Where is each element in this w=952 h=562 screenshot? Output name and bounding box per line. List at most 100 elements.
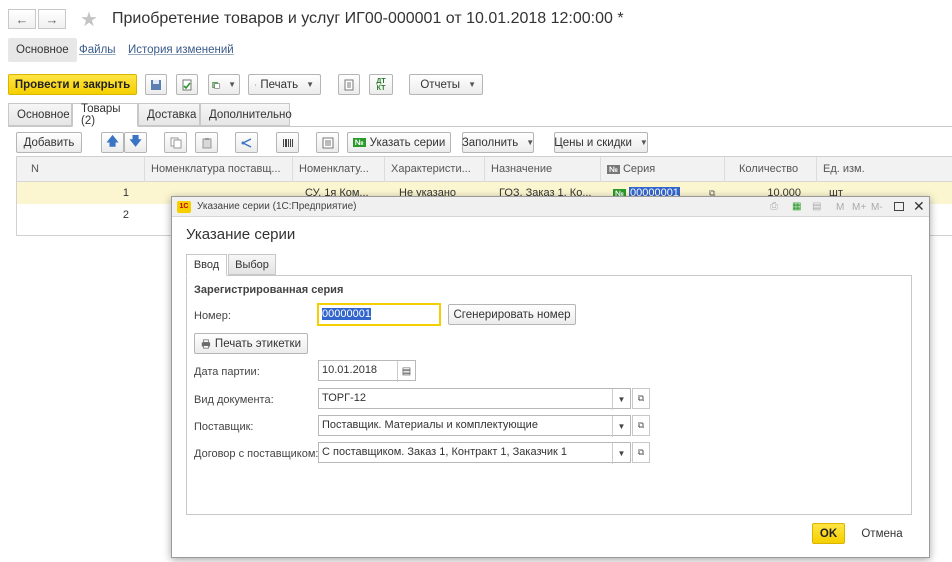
chevron-down-icon: ▼: [468, 80, 476, 89]
move-down-button[interactable]: 🡇: [124, 132, 147, 153]
arrow-left-icon: ←: [15, 11, 29, 27]
close-icon[interactable]: ✕: [913, 198, 925, 215]
dialog-heading: Указание серии: [186, 226, 296, 243]
calendar-icon[interactable]: ▤: [397, 361, 415, 382]
open-icon: ⧉: [637, 393, 645, 403]
dt-kt-icon: ДТ КТ: [376, 77, 386, 92]
cancel-button[interactable]: Отмена: [853, 523, 911, 544]
fill-button[interactable]: Заполнить ▼: [462, 132, 534, 153]
doc-type-label: Вид документа:: [194, 394, 274, 406]
paste-row-button[interactable]: [195, 132, 218, 153]
pick-goods-button[interactable]: [316, 132, 339, 153]
open-icon: ⧉: [637, 420, 645, 430]
arrow-right-icon: →: [45, 11, 59, 27]
contract-label: Договор с поставщиком:: [194, 448, 319, 460]
reports-button[interactable]: Отчеты ▼: [409, 74, 483, 95]
list-document-icon: [344, 79, 354, 90]
column-header-purpose[interactable]: Назначение: [485, 157, 601, 182]
nav-files[interactable]: Файлы: [79, 44, 116, 56]
copy-icon: [170, 137, 181, 148]
favorite-star-icon[interactable]: ★: [80, 7, 98, 32]
series-icon: №: [607, 165, 620, 174]
tab-main[interactable]: Основное: [8, 103, 72, 126]
memory-plus-button[interactable]: M+: [852, 202, 866, 213]
split-row-button[interactable]: [235, 132, 258, 153]
generate-number-button[interactable]: Сгенерировать номер: [448, 304, 576, 325]
post-button[interactable]: [176, 74, 198, 95]
forward-button[interactable]: →: [38, 9, 66, 29]
tab-delivery[interactable]: Доставка: [138, 103, 200, 126]
section-title: Зарегистрированная серия: [194, 284, 344, 296]
column-header-characteristic[interactable]: Характеристи...: [385, 157, 485, 182]
chevron-down-icon: ▼: [526, 138, 535, 147]
print-labels-button[interactable]: Печать этикетки: [194, 333, 308, 354]
barcode-icon: [282, 138, 293, 147]
chevron-down-icon[interactable]: ▼: [612, 443, 630, 464]
selection-list-icon: [322, 137, 333, 148]
supplier-label: Поставщик:: [194, 421, 254, 433]
save-button[interactable]: [145, 74, 167, 95]
memory-button[interactable]: M: [836, 202, 844, 213]
number-label: Номер:: [194, 310, 231, 322]
1c-logo-icon: 1С: [177, 201, 191, 213]
chevron-down-icon: ▼: [306, 80, 314, 89]
maximize-icon[interactable]: [894, 202, 904, 211]
ok-button[interactable]: OK: [812, 523, 845, 544]
document-title: Приобретение товаров и услуг ИГ00-000001…: [112, 10, 624, 27]
chevron-down-icon: ▼: [228, 80, 236, 89]
contract-open-button[interactable]: ⧉: [632, 442, 650, 463]
nav-history[interactable]: История изменений: [128, 44, 234, 56]
column-header-n[interactable]: N: [17, 157, 145, 182]
column-header-series[interactable]: № Серия: [601, 157, 725, 182]
post-document-icon: [182, 79, 192, 90]
post-and-close-button[interactable]: Провести и закрыть: [8, 74, 137, 95]
tab-goods[interactable]: Товары (2): [72, 103, 138, 127]
chevron-down-icon[interactable]: ▼: [612, 389, 630, 410]
save-icon: [151, 79, 161, 90]
open-icon: ⧉: [637, 447, 645, 457]
column-header-supplier-item[interactable]: Номенклатура поставщ...: [145, 157, 293, 182]
add-row-button[interactable]: Добавить: [16, 132, 82, 153]
printer-icon: [201, 338, 211, 349]
dialog-titlebar[interactable]: 1С Указание серии (1С:Предприятие) ⎙ ▦ ▤…: [172, 197, 929, 217]
split-icon: [241, 137, 251, 148]
arrow-down-icon: 🡇: [129, 134, 142, 148]
calculator-icon[interactable]: ▦: [792, 201, 801, 212]
specify-series-button[interactable]: № Указать серии: [347, 132, 451, 153]
memory-minus-button[interactable]: M-: [871, 202, 883, 213]
print-icon[interactable]: ⎙: [770, 201, 778, 212]
supplier-select[interactable]: Поставщик. Материалы и комплектующие ▼: [318, 415, 631, 437]
nav-main[interactable]: Основное: [8, 38, 77, 62]
debit-credit-button[interactable]: ДТ КТ: [369, 74, 393, 95]
document-journal-button[interactable]: [338, 74, 360, 95]
chevron-down-icon: ▼: [639, 138, 648, 147]
tabs-baseline: [8, 126, 952, 127]
prices-discounts-button[interactable]: Цены и скидки ▼: [554, 132, 648, 153]
batch-date-label: Дата партии:: [194, 366, 260, 378]
arrow-up-icon: 🡅: [106, 134, 119, 148]
create-based-on-button[interactable]: ▼: [208, 74, 240, 95]
copy-row-button[interactable]: [164, 132, 187, 153]
chevron-down-icon[interactable]: ▼: [612, 416, 630, 437]
tab-additional[interactable]: Дополнительно: [200, 103, 292, 126]
series-number-input[interactable]: 00000001: [317, 303, 441, 326]
contract-select[interactable]: С поставщиком. Заказ 1, Контракт 1, Зака…: [318, 442, 631, 464]
column-header-item[interactable]: Номенклату...: [293, 157, 385, 182]
dialog-tab-input[interactable]: Ввод: [186, 254, 227, 276]
barcode-button[interactable]: [276, 132, 299, 153]
create-based-icon: [212, 81, 220, 89]
doc-type-select[interactable]: ТОРГ-12 ▼: [318, 388, 631, 410]
back-button[interactable]: ←: [8, 9, 36, 29]
column-header-quantity[interactable]: Количество: [725, 157, 817, 182]
calendar-icon[interactable]: ▤: [812, 201, 821, 212]
doc-type-open-button[interactable]: ⧉: [632, 388, 650, 409]
move-up-button[interactable]: 🡅: [101, 132, 124, 153]
table-header: N Номенклатура поставщ... Номенклату... …: [17, 157, 952, 182]
input-panel: Зарегистрированная серия Номер: 00000001…: [186, 275, 912, 515]
dialog-tab-select[interactable]: Выбор: [228, 254, 276, 275]
column-header-unit[interactable]: Ед. изм.: [817, 157, 952, 182]
supplier-open-button[interactable]: ⧉: [632, 415, 650, 436]
print-button[interactable]: Печать ▼: [248, 74, 321, 95]
series-icon: №: [352, 138, 366, 147]
batch-date-input[interactable]: 10.01.2018 ▤: [318, 360, 416, 382]
